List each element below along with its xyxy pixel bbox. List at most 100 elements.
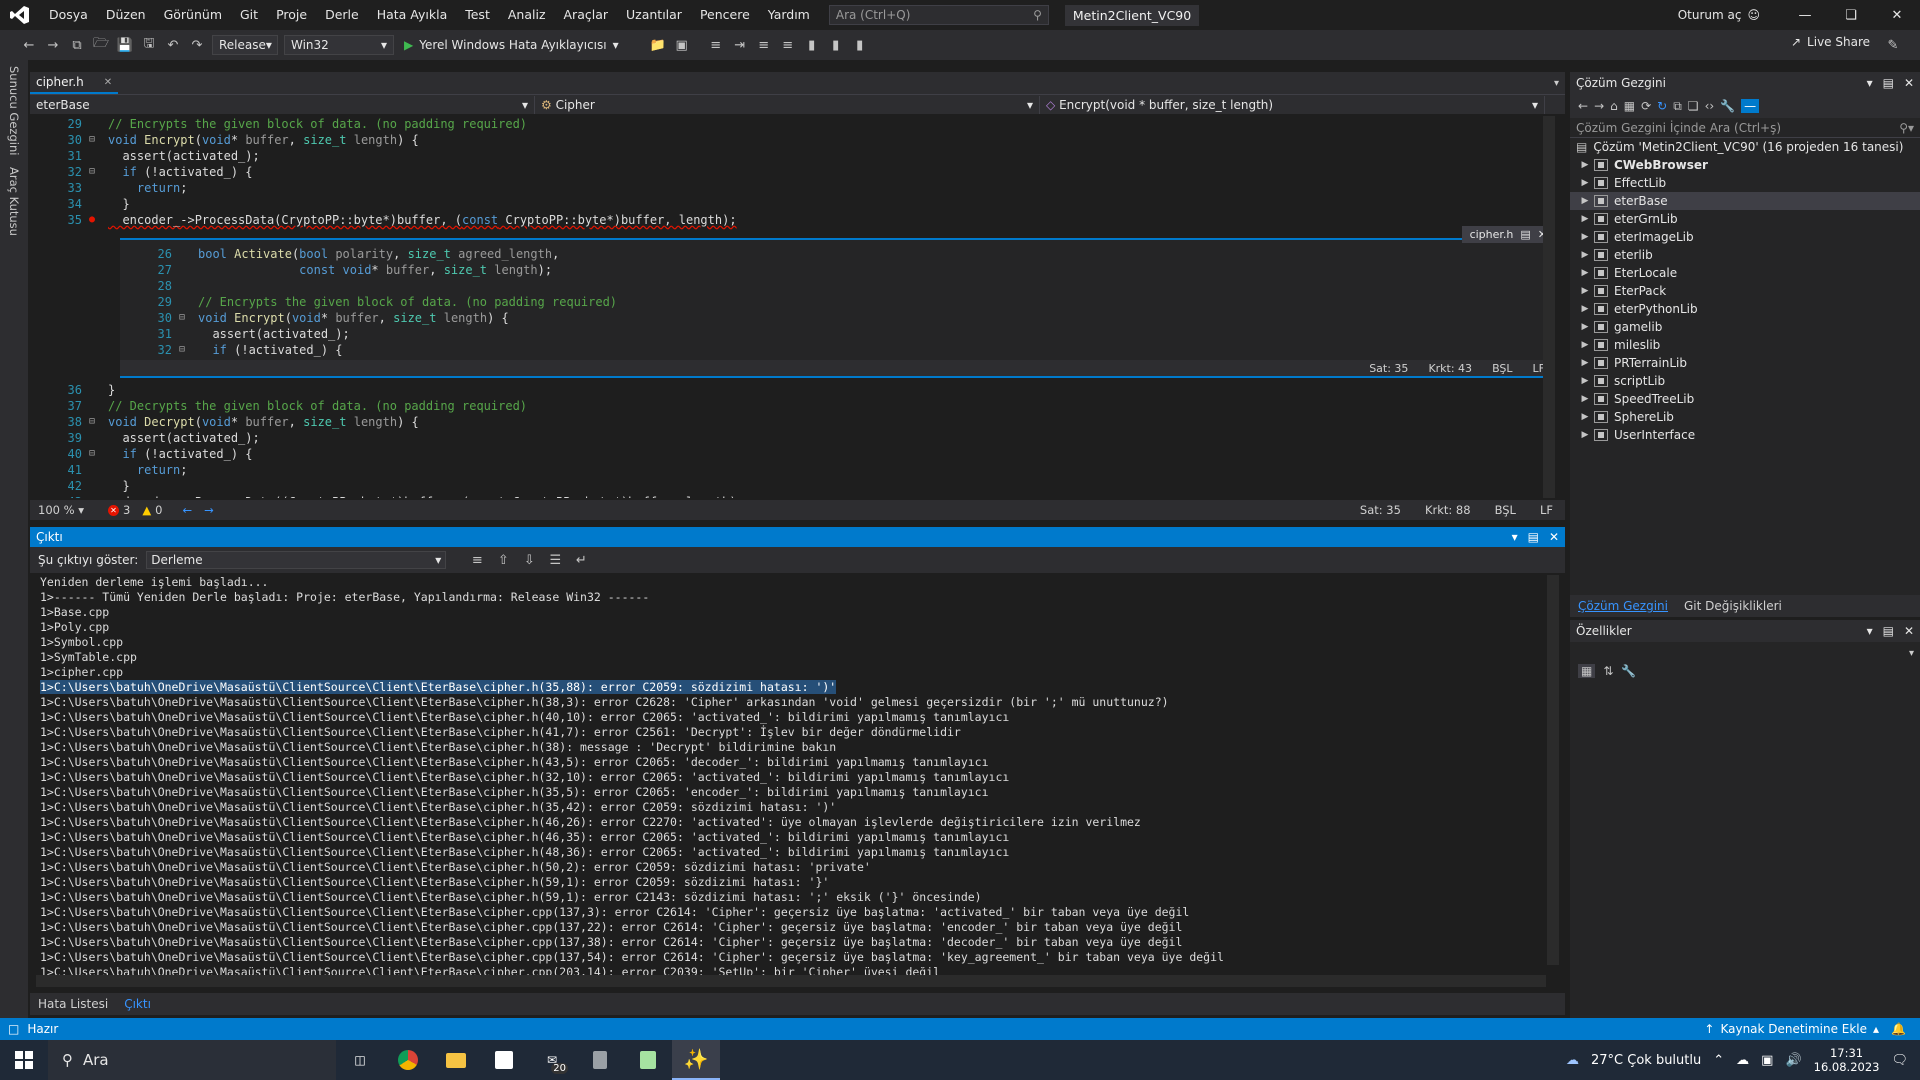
config-select[interactable]: Release ▾	[212, 35, 278, 55]
prev-message-icon[interactable]: ⇧	[494, 551, 512, 569]
output-horizontal-scrollbar[interactable]	[36, 975, 1546, 987]
menu-item[interactable]: Derle	[316, 0, 368, 30]
weather-label[interactable]: 27°C Çok bulutlu	[1591, 1053, 1701, 1068]
peek-code[interactable]: 26 bool Activate(bool polarity, size_t ag…	[120, 246, 1520, 358]
uncomment-icon[interactable]: ≡	[779, 36, 797, 54]
project-item[interactable]: ▶ gamelib	[1570, 318, 1920, 336]
bookmark-icon[interactable]: ▮	[803, 36, 821, 54]
open-file-icon[interactable]: 🗁	[92, 36, 110, 54]
project-item[interactable]: ▶ SphereLib	[1570, 408, 1920, 426]
editor-vertical-scrollbar[interactable]	[1543, 116, 1555, 498]
close-icon[interactable]: ✕	[1904, 76, 1914, 90]
restore-button[interactable]: ❏	[1828, 0, 1874, 30]
back-icon[interactable]: ←	[1578, 99, 1588, 113]
project-item[interactable]: ▶ EterLocale	[1570, 264, 1920, 282]
tab-output[interactable]: Çıktı	[116, 997, 159, 1011]
notifications-icon[interactable]: 🔔	[1891, 1022, 1920, 1036]
back-icon[interactable]: ←	[20, 36, 38, 54]
volume-icon[interactable]: 🔊	[1785, 1053, 1801, 1068]
start-debugging-button[interactable]: ▶ Yerel Windows Hata Ayıklayıcısı ▾	[400, 38, 623, 52]
property-pages-icon[interactable]: 🔧	[1621, 664, 1636, 678]
pin-icon[interactable]: ▤	[1883, 624, 1894, 638]
output-line[interactable]: 1>C:\Users\batuh\OneDrive\Masaüstü\Clien…	[40, 740, 1545, 755]
project-item[interactable]: ▶ EterPack	[1570, 282, 1920, 300]
visual-studio-logo[interactable]	[0, 0, 40, 30]
code-bottom-region[interactable]: 36} 37// Decrypts the given block of data…	[30, 382, 1550, 498]
output-source-select[interactable]: Derleme ▾	[146, 551, 447, 569]
project-item[interactable]: ▶ eterPythonLib	[1570, 300, 1920, 318]
project-item[interactable]: ▶ PRTerrainLib	[1570, 354, 1920, 372]
signin-button[interactable]: Oturum aç ☺	[1678, 0, 1760, 30]
onedrive-icon[interactable]: ☁	[1736, 1053, 1749, 1068]
undo-icon[interactable]: ↶	[164, 36, 182, 54]
project-item[interactable]: ▶ eterImageLib	[1570, 228, 1920, 246]
chevron-up-icon[interactable]: ⌃	[1713, 1053, 1724, 1068]
output-text[interactable]: Yeniden derleme işlemi başladı... 1>-----…	[40, 575, 1545, 975]
output-line[interactable]: 1>C:\Users\batuh\OneDrive\Masaüstü\Clien…	[40, 815, 1545, 830]
expand-arrow-icon[interactable]: ▶	[1576, 300, 1594, 318]
project-item[interactable]: ▶ scriptLib	[1570, 372, 1920, 390]
output-line[interactable]: 1>C:\Users\batuh\OneDrive\Masaüstü\Clien…	[40, 830, 1545, 845]
expand-arrow-icon[interactable]: ▶	[1576, 408, 1594, 426]
search-input[interactable]: Ara (Ctrl+Q) ⚲	[828, 5, 1049, 25]
output-line[interactable]: 1>Poly.cpp	[40, 620, 1545, 635]
menu-item[interactable]: Git	[231, 0, 267, 30]
properties-icon[interactable]: 🔧	[1720, 99, 1735, 113]
tab-cipher-h[interactable]: cipher.h ✕	[30, 72, 119, 94]
properties-object-select[interactable]: ▾	[1570, 642, 1920, 664]
menu-item[interactable]: Pencere	[691, 0, 759, 30]
preview-icon[interactable]: —	[1741, 99, 1760, 113]
expand-arrow-icon[interactable]: ▶	[1576, 246, 1594, 264]
project-item[interactable]: ▶ eterBase	[1570, 192, 1920, 210]
menu-item[interactable]: Görünüm	[155, 0, 231, 30]
expand-arrow-icon[interactable]: ▶	[1576, 228, 1594, 246]
taskbar-search[interactable]: ⚲ Ara	[48, 1040, 336, 1080]
mail-icon[interactable]: ✉ 20	[528, 1040, 576, 1080]
project-item[interactable]: ▶ SpeedTreeLib	[1570, 390, 1920, 408]
word-wrap-icon[interactable]: ↵	[572, 551, 590, 569]
output-line[interactable]: 1>C:\Users\batuh\OneDrive\Masaüstü\Clien…	[40, 785, 1545, 800]
bookmark-prev-icon[interactable]: ▮	[827, 36, 845, 54]
output-line[interactable]: 1>C:\Users\batuh\OneDrive\Masaüstü\Clien…	[40, 860, 1545, 875]
project-item[interactable]: ▶ CWebBrowser	[1570, 156, 1920, 174]
alphabetical-icon[interactable]: ⇅	[1603, 664, 1613, 678]
project-item[interactable]: ▶ eterGrnLib	[1570, 210, 1920, 228]
expand-arrow-icon[interactable]: ▶	[1576, 192, 1594, 210]
output-line[interactable]: 1>C:\Users\batuh\OneDrive\Masaüstü\Clien…	[40, 680, 1545, 695]
pin-icon[interactable]: ▤	[1883, 76, 1894, 90]
output-line[interactable]: 1>C:\Users\batuh\OneDrive\Masaüstü\Clien…	[40, 935, 1545, 950]
home-icon[interactable]: ⌂	[1610, 99, 1618, 113]
nav-forward-icon[interactable]: →	[204, 503, 214, 517]
nav-class-select[interactable]: ⚙ Cipher ▾	[535, 95, 1040, 114]
chevron-down-icon[interactable]: ▾	[1867, 624, 1873, 638]
output-line[interactable]: 1>SymTable.cpp	[40, 650, 1545, 665]
visual-studio-icon[interactable]: ✨	[672, 1040, 720, 1080]
switch-views-icon[interactable]: ▦	[1624, 99, 1635, 113]
show-all-files-icon[interactable]: ❏	[1688, 99, 1699, 113]
nav-project-select[interactable]: eterBase ▾	[30, 95, 535, 114]
menu-item[interactable]: Dosya	[40, 0, 97, 30]
expand-arrow-icon[interactable]: ▶	[1576, 426, 1594, 444]
output-line[interactable]: 1>Base.cpp	[40, 605, 1545, 620]
store-icon[interactable]	[480, 1040, 528, 1080]
project-item[interactable]: ▶ UserInterface	[1570, 426, 1920, 444]
zoom-select[interactable]: 100 % ▾	[30, 503, 92, 517]
output-line[interactable]: 1>C:\Users\batuh\OneDrive\Masaüstü\Clien…	[40, 710, 1545, 725]
output-line[interactable]: Yeniden derleme işlemi başladı...	[40, 575, 1545, 590]
output-line[interactable]: 1>C:\Users\batuh\OneDrive\Masaüstü\Clien…	[40, 755, 1545, 770]
expand-arrow-icon[interactable]: ▶	[1576, 210, 1594, 228]
output-line[interactable]: 1>C:\Users\batuh\OneDrive\Masaüstü\Clien…	[40, 695, 1545, 710]
expand-arrow-icon[interactable]: ▶	[1576, 318, 1594, 336]
toolbox-tab[interactable]: Araç Kutusu	[7, 161, 21, 242]
output-line[interactable]: 1>cipher.cpp	[40, 665, 1545, 680]
tab-error-list[interactable]: Hata Listesi	[30, 997, 116, 1011]
chrome-icon[interactable]	[384, 1040, 432, 1080]
menu-item[interactable]: Yardım	[759, 0, 819, 30]
tab-overflow-icon[interactable]: ▾	[1554, 78, 1559, 89]
screenshot-icon[interactable]: ▣	[673, 36, 691, 54]
pin-icon[interactable]: ▤	[1528, 530, 1539, 544]
project-item[interactable]: ▶ mileslib	[1570, 336, 1920, 354]
output-line[interactable]: 1>C:\Users\batuh\OneDrive\Masaüstü\Clien…	[40, 770, 1545, 785]
bookmark-next-icon[interactable]: ▮	[851, 36, 869, 54]
feedback-icon[interactable]: ✎	[1884, 36, 1902, 54]
